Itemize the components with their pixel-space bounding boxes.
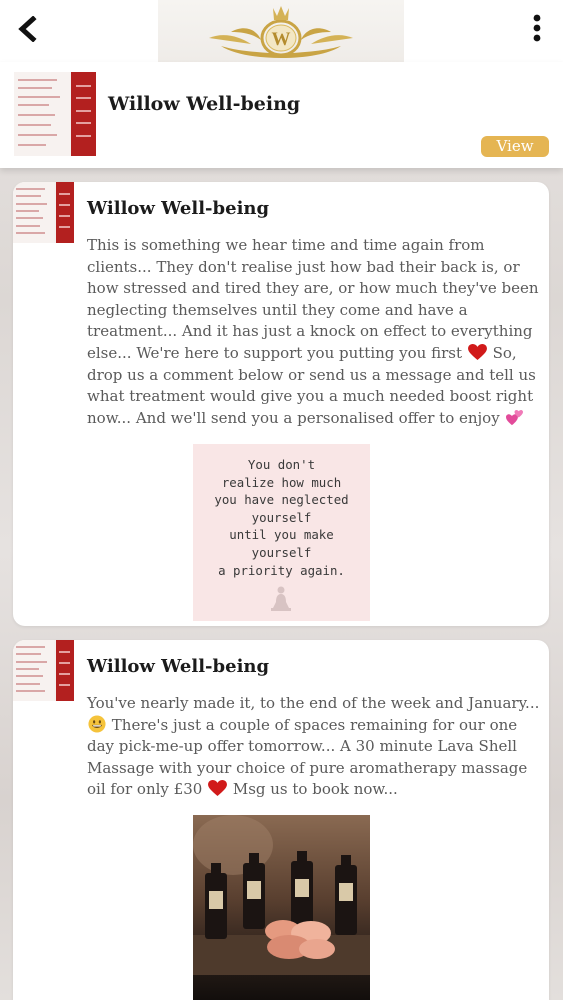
post-body: This is something we hear time and time …: [87, 235, 545, 429]
crown-logo-icon: W: [209, 6, 353, 58]
post-image[interactable]: You don't realize how much you have negl…: [193, 444, 370, 621]
post-author-thumbnail[interactable]: [13, 640, 74, 701]
post-body: You've nearly made it, to the end of the…: [87, 693, 545, 801]
post-author-name: Willow Well-being: [87, 656, 270, 677]
red-heart-icon: [467, 343, 487, 361]
post-text-segment: You've nearly made it, to the end of the…: [87, 694, 540, 712]
post-author-name: Willow Well-being: [87, 198, 270, 219]
post-card: Willow Well-being You've nearly made it,…: [13, 640, 549, 1000]
post-text-segment: Msg us to book now...: [232, 780, 398, 799]
svg-text:W: W: [272, 29, 291, 50]
post-card: Willow Well-being This is something we h…: [13, 182, 549, 626]
more-vertical-icon[interactable]: [532, 14, 542, 42]
back-button[interactable]: [12, 14, 42, 44]
grinning-face-icon: [88, 715, 106, 733]
red-heart-icon: [208, 780, 228, 797]
post-author-thumbnail[interactable]: [13, 182, 74, 243]
meditation-figure-icon: [271, 586, 291, 611]
brand-logo: W: [158, 0, 404, 62]
massage-oil-bottles-photo: [193, 815, 370, 1000]
business-header-card: Willow Well-being View: [0, 62, 563, 168]
back-arrow-icon[interactable]: [16, 16, 38, 42]
more-options-button[interactable]: [524, 12, 550, 44]
business-thumbnail[interactable]: [14, 72, 96, 156]
post-image-caption: You don't realize how much you have negl…: [214, 457, 349, 578]
post-image[interactable]: [193, 815, 370, 1000]
view-button[interactable]: View: [481, 136, 549, 157]
two-hearts-icon: [506, 409, 524, 425]
top-bar: W: [0, 0, 563, 62]
business-name: Willow Well-being: [108, 93, 301, 115]
